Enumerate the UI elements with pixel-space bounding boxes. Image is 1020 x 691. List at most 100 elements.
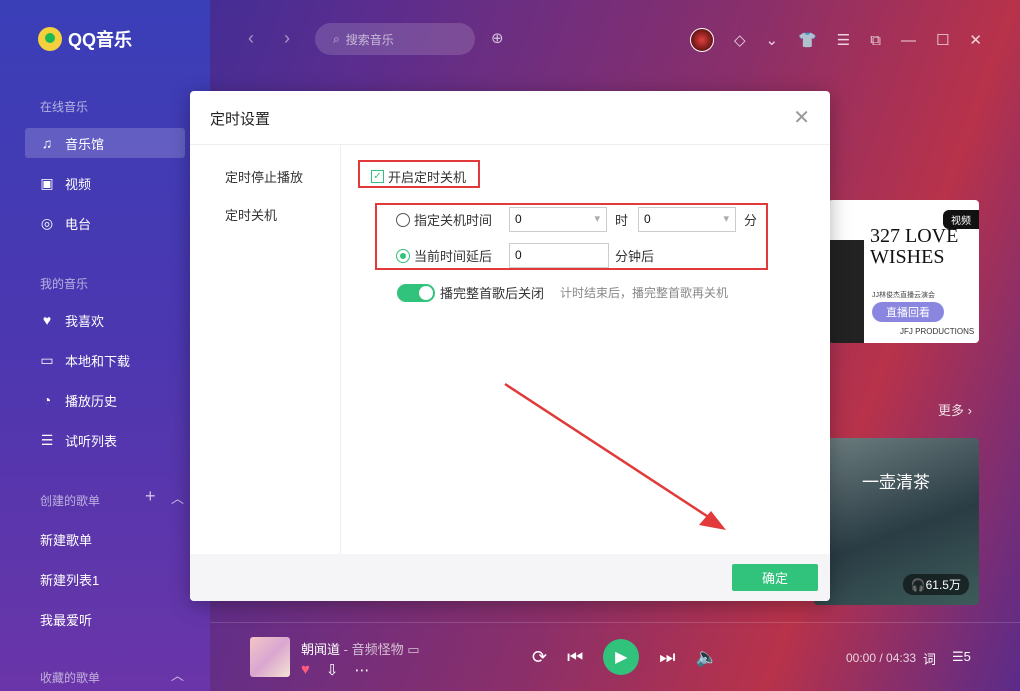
previous-icon[interactable]: ⏮ <box>567 647 583 668</box>
radio-icon: ◎ <box>40 215 54 231</box>
minute-select[interactable]: 0 <box>638 207 737 232</box>
hour-select[interactable]: 0 <box>509 207 608 232</box>
music-note-icon: ♫ <box>41 135 53 151</box>
playlist-item[interactable]: 新建列表1 <box>40 570 99 589</box>
add-playlist-icon[interactable]: + <box>145 486 156 507</box>
vip-diamond-icon[interactable]: ◇ <box>734 31 746 49</box>
video-icon: ▣ <box>40 175 54 191</box>
section-created-playlists: 创建的歌单 <box>40 494 101 508</box>
window-controls: ◇ ⌄ 👕 ☰ ⧉ — ☐ ✕ <box>689 28 982 52</box>
red-arrow-annotation <box>504 382 726 530</box>
section-my-music: 我的音乐 <box>40 277 89 291</box>
dialog-title: 定时设置 <box>210 111 271 128</box>
timer-settings-dialog: 定时设置 ✕ 定时停止播放 定时关机 ✓ 开启定时关机 指定关机时间 0 时 0… <box>190 91 830 601</box>
search-icon: ⌕ <box>333 31 340 46</box>
now-playing: 朝闻道 - 音频怪物 ▭ <box>301 642 420 657</box>
sidebar-item-label: 音乐馆 <box>65 136 105 152</box>
play-button[interactable]: ▶ <box>603 639 640 675</box>
video-card[interactable]: 视频 327 LOVE WISHES JJ林俊杰直播云演会 直播回看 JFJ P… <box>828 200 979 343</box>
song-title[interactable]: 朝闻道 <box>301 642 340 657</box>
delay-unit: 分钟后 <box>615 249 655 264</box>
sidebar: QQ音乐 在线音乐 ♫ 音乐馆 ▣ 视频 ◎ 电台 我的音乐 ♥ 我喜欢 ▭ 本… <box>0 0 210 691</box>
monitor-icon: ▭ <box>40 352 54 368</box>
more-link[interactable]: 更多 › <box>938 400 972 419</box>
producer-label: JFJ PRODUCTIONS <box>900 327 975 336</box>
menu-icon[interactable]: ☰ <box>837 31 850 49</box>
maximize-icon[interactable]: ☐ <box>936 31 949 49</box>
play-count-badge: 🎧61.5万 <box>902 574 969 595</box>
repeat-icon[interactable]: ⟳ <box>532 647 547 668</box>
close-icon[interactable]: ✕ <box>793 105 810 130</box>
back-arrow-icon[interactable]: ‹ <box>248 28 254 49</box>
voice-search-icon[interactable]: ⊕ <box>491 29 504 47</box>
tab-stop-playback[interactable]: 定时停止播放 <box>225 167 303 186</box>
dialog-content: ✓ 开启定时关机 指定关机时间 0 时 0 分 当前时间延后 0 分钟后 播完整… <box>340 145 830 554</box>
radio-delay[interactable] <box>396 248 410 263</box>
specific-time-label: 指定关机时间 <box>414 213 493 228</box>
radio-specific-time[interactable] <box>396 212 410 227</box>
dialog-nav: 定时停止播放 定时关机 <box>190 145 340 554</box>
history-icon: ◔ <box>42 392 52 408</box>
replay-button[interactable]: 直播回看 <box>872 302 944 322</box>
minute-unit: 分 <box>744 213 758 228</box>
artist-photo <box>828 240 864 343</box>
minimize-icon[interactable]: — <box>901 32 916 49</box>
next-icon[interactable]: ⏭ <box>659 647 675 668</box>
search-input[interactable]: ⌕ 搜索音乐 <box>315 23 475 55</box>
hour-unit: 时 <box>615 213 629 228</box>
chevron-down-icon[interactable]: ⌄ <box>766 31 779 49</box>
avatar[interactable] <box>689 28 714 52</box>
sidebar-item-trial-list[interactable]: ☰ 试听列表 <box>25 425 185 455</box>
artist-name[interactable]: 音频怪物 <box>352 642 404 657</box>
mini-mode-icon[interactable]: ⧉ <box>870 32 881 49</box>
more-options-icon[interactable]: ⋯ <box>354 661 369 679</box>
sidebar-item-radio[interactable]: ◎ 电台 <box>25 208 185 238</box>
dialog-footer: 确定 <box>190 554 830 601</box>
sidebar-item-label: 电台 <box>65 216 92 232</box>
mv-icon[interactable]: ▭ <box>407 642 419 657</box>
card-subtitle: JJ林俊杰直播云演会 <box>872 292 935 299</box>
sidebar-item-label: 播放历史 <box>65 393 118 409</box>
download-icon[interactable]: ⇩ <box>326 661 339 679</box>
tab-shutdown[interactable]: 定时关机 <box>225 205 277 224</box>
sidebar-item-history[interactable]: ◔ 播放历史 <box>25 385 185 415</box>
skin-icon[interactable]: 👕 <box>798 31 817 49</box>
sidebar-item-local-download[interactable]: ▭ 本地和下载 <box>25 345 185 375</box>
player-bar: 朝闻道 - 音频怪物 ▭ ♥ ⇩ ⋯ ⟳ ⏮ ▶ ⏭ 🔈 00:00 / 04:… <box>210 622 1020 691</box>
sidebar-item-label: 本地和下载 <box>65 353 131 369</box>
sidebar-item-label: 我喜欢 <box>65 313 105 329</box>
like-icon[interactable]: ♥ <box>301 661 310 679</box>
heart-icon: ♥ <box>42 312 52 328</box>
volume-icon[interactable]: 🔈 <box>696 647 718 668</box>
album-cover[interactable] <box>250 637 290 677</box>
delay-minutes-input[interactable]: 0 <box>509 243 610 268</box>
forward-arrow-icon[interactable]: › <box>284 28 290 49</box>
enable-shutdown-label: 开启定时关机 <box>388 170 467 185</box>
sidebar-item-label: 视频 <box>65 176 92 192</box>
card-title: 一壶清茶 <box>862 473 930 492</box>
finish-song-toggle[interactable] <box>397 283 435 302</box>
section-collected-playlists: 收藏的歌单 <box>40 671 101 685</box>
sidebar-item-label: 试听列表 <box>65 433 118 449</box>
collapse-icon[interactable]: ︿ <box>171 665 184 684</box>
playlist-item[interactable]: 新建歌单 <box>40 530 92 549</box>
enable-shutdown-checkbox[interactable]: ✓ 开启定时关机 <box>371 167 466 186</box>
playlist-queue-button[interactable]: ☰5 <box>952 649 971 668</box>
close-icon[interactable]: ✕ <box>969 31 982 49</box>
playlist-card[interactable]: 一壶清茶 🎧61.5万 <box>814 438 979 605</box>
playlist-item[interactable]: 我最爱听 <box>40 610 92 629</box>
qq-music-logo-icon <box>38 27 62 51</box>
collapse-icon[interactable]: ︿ <box>171 488 184 507</box>
confirm-button[interactable]: 确定 <box>732 564 818 591</box>
lyrics-button[interactable]: 词 <box>923 649 936 668</box>
app-logo[interactable]: QQ音乐 <box>38 26 132 52</box>
queue-count: 5 <box>963 649 971 664</box>
app-name: QQ音乐 <box>68 30 133 50</box>
delay-label: 当前时间延后 <box>414 249 493 264</box>
section-online-music: 在线音乐 <box>40 100 89 114</box>
sidebar-item-video[interactable]: ▣ 视频 <box>25 168 185 198</box>
search-placeholder: 搜索音乐 <box>345 32 394 47</box>
sidebar-item-music-hall[interactable]: ♫ 音乐馆 <box>25 128 185 158</box>
sidebar-item-favorites[interactable]: ♥ 我喜欢 <box>25 305 185 335</box>
playlist-icon: ☰ <box>40 432 54 448</box>
